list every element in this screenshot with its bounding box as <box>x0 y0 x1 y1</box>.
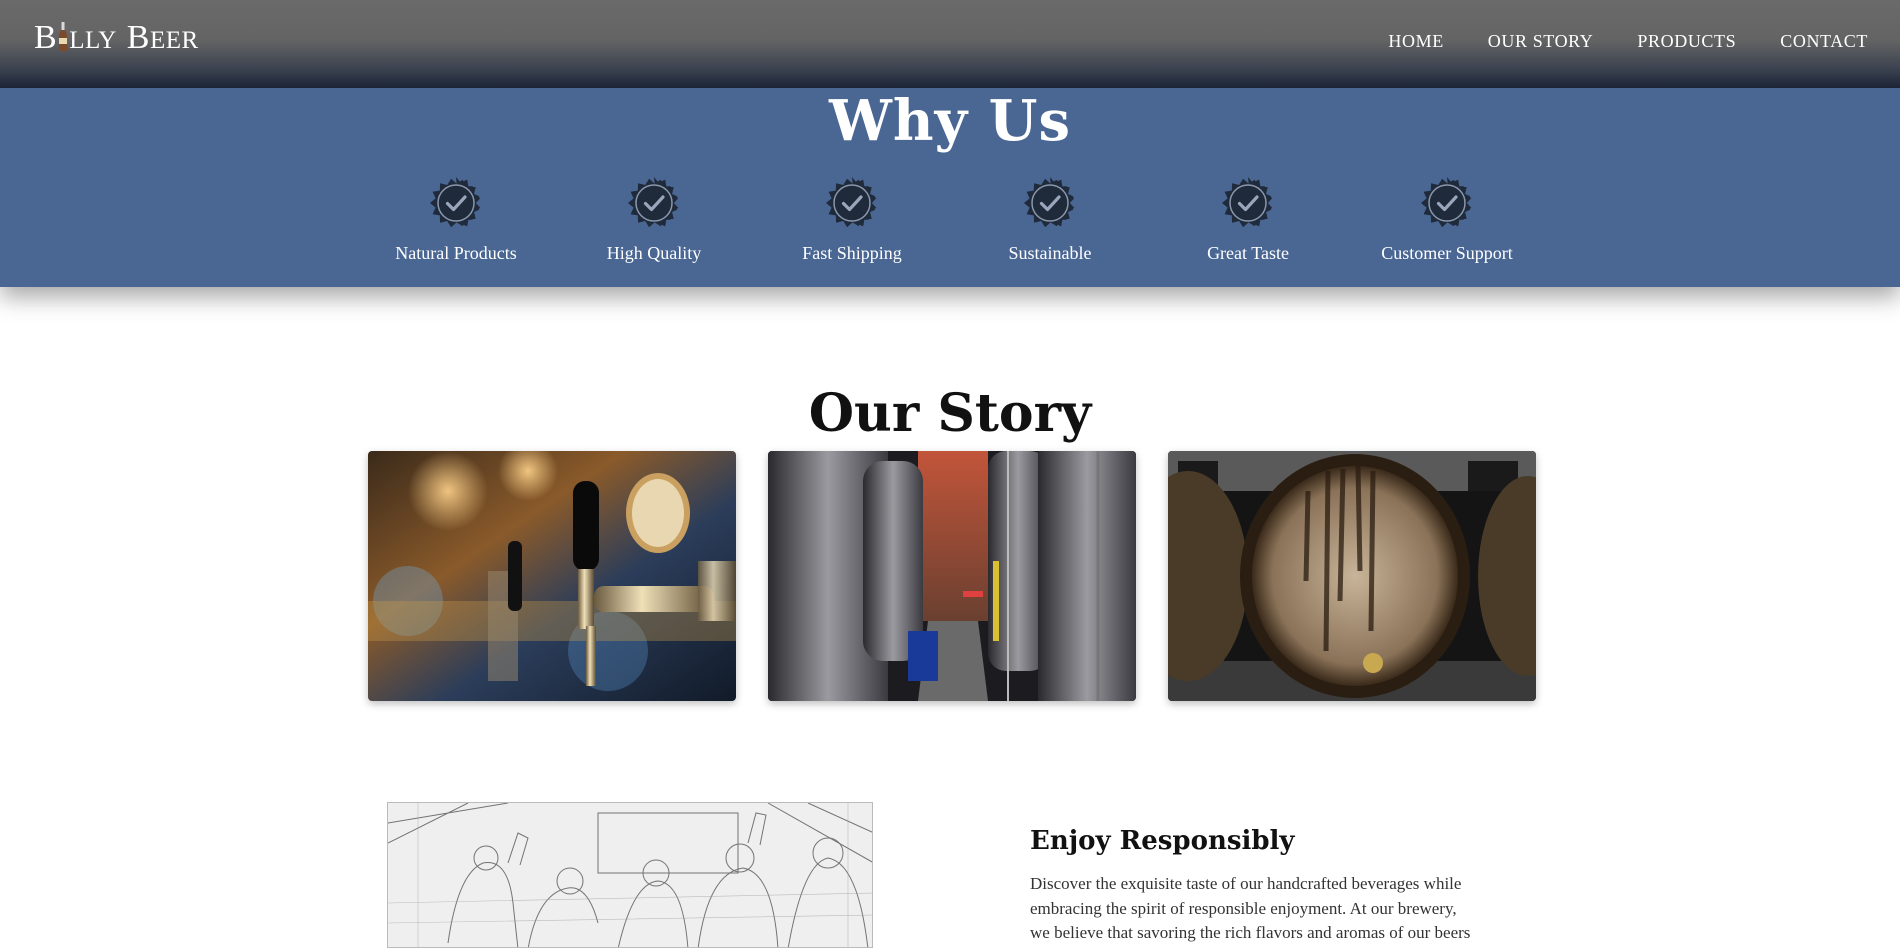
badge-check-icon <box>429 176 482 229</box>
badge-check-icon <box>1023 176 1076 229</box>
badge-check-icon <box>1420 176 1473 229</box>
badge-check-icon <box>825 176 878 229</box>
feature-great-taste: Great Taste <box>1158 176 1338 264</box>
logo[interactable]: B LLY B EER <box>34 18 199 57</box>
enjoy-line: Discover the exquisite taste of our hand… <box>1030 874 1462 893</box>
enjoy-responsibly-text: Discover the exquisite taste of our hand… <box>1030 872 1510 946</box>
feature-sustainable: Sustainable <box>960 176 1140 264</box>
nav-home[interactable]: HOME <box>1388 31 1443 52</box>
feature-customer-support: Customer Support <box>1357 176 1537 264</box>
photo-beer-taps <box>368 451 736 701</box>
our-story-title: Our Story <box>808 383 1092 444</box>
feature-label: Natural Products <box>395 243 517 263</box>
badge-check-icon <box>627 176 680 229</box>
feature-fast-shipping: Fast Shipping <box>762 176 942 264</box>
feature-label: Customer Support <box>1381 243 1513 263</box>
photo-brewery-tanks <box>768 451 1136 701</box>
feature-label: Fast Shipping <box>802 243 902 263</box>
enjoy-line: embracing the spirit of responsible enjo… <box>1030 898 1457 918</box>
enjoy-responsibly-title: Enjoy Responsibly <box>1030 826 1295 856</box>
site-header: B LLY B EER HOME OUR STORY PRODUCTS CONT… <box>0 0 1900 88</box>
photo-wooden-barrel <box>1168 451 1536 701</box>
feature-label: Great Taste <box>1207 243 1289 263</box>
logo-letter-b: B <box>34 19 58 56</box>
why-us-section: Why Us Natural Products High Quality Fas… <box>0 88 1900 287</box>
logo-letter-b2: B <box>126 19 150 56</box>
feature-natural-products: Natural Products <box>366 176 546 264</box>
bottle-icon <box>58 22 68 52</box>
enjoy-line: we believe that savoring the rich flavor… <box>1030 923 1471 942</box>
feature-label: High Quality <box>606 243 702 263</box>
why-us-title: Why Us <box>828 88 1071 154</box>
nav-contact[interactable]: CONTACT <box>1780 31 1868 52</box>
logo-text-eer: EER <box>149 27 199 54</box>
feature-high-quality: High Quality <box>564 176 744 264</box>
badge-check-icon <box>1221 176 1274 229</box>
tavern-engraving <box>387 802 873 948</box>
main-nav: HOME OUR STORY PRODUCTS CONTACT <box>1344 31 1868 52</box>
feature-label: Sustainable <box>1008 243 1092 263</box>
nav-products[interactable]: PRODUCTS <box>1637 31 1736 52</box>
nav-our-story[interactable]: OUR STORY <box>1488 31 1594 52</box>
logo-text-lly: LLY <box>69 27 117 54</box>
